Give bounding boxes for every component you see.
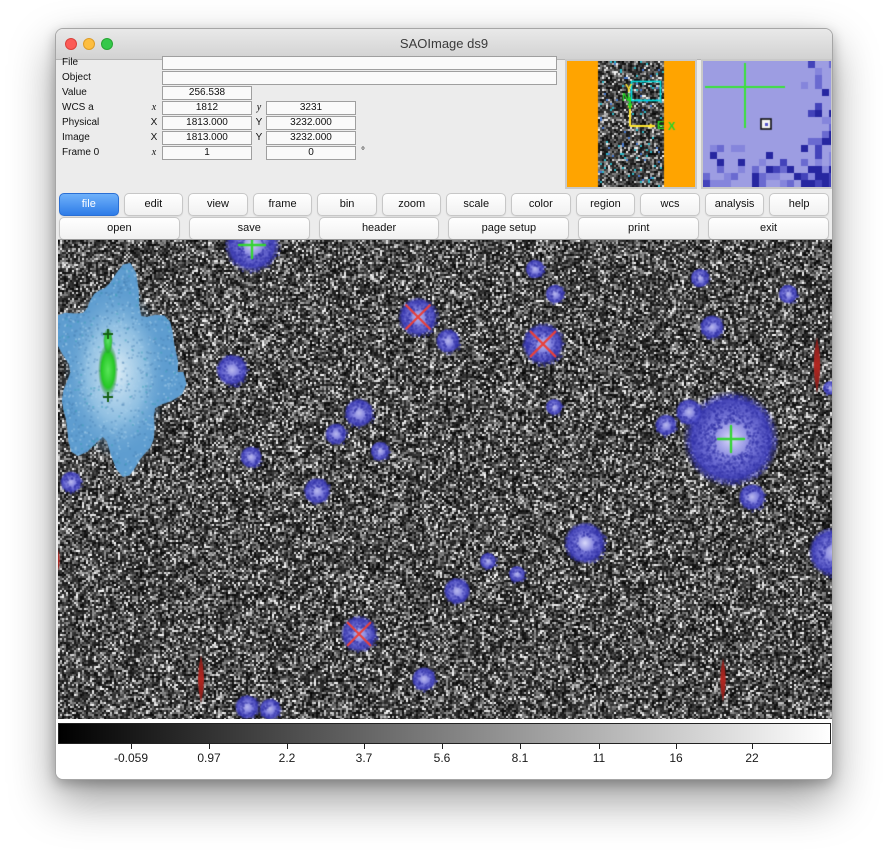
colorbar-gradient[interactable] [58, 723, 831, 744]
physical-x-field: 1813.000 [162, 116, 252, 130]
menu-color-button[interactable]: color [511, 193, 571, 216]
info-row-physical: Physical X1813.000Y3232.000 [58, 116, 563, 130]
menu-zoom-button[interactable]: zoom [382, 193, 442, 216]
colorbar-tick-label: 3.7 [334, 751, 394, 765]
physical-y-field: 3232.000 [266, 116, 356, 130]
info-row-file: File [58, 56, 563, 70]
desktop: SAOImage ds9 FileObjectValue256.538WCS a… [0, 0, 889, 862]
info-label-image: Image [62, 132, 90, 143]
image-y-label: Y [253, 132, 265, 143]
file-actions-bar: open save header page setup print exit [59, 217, 829, 240]
magnifier-canvas[interactable] [703, 61, 831, 187]
panner[interactable] [565, 59, 697, 189]
menu-help-button[interactable]: help [769, 193, 829, 216]
menu-frame-button[interactable]: frame [253, 193, 313, 216]
panner-canvas[interactable] [567, 61, 695, 187]
frame-x-label: x [148, 147, 160, 158]
save-button[interactable]: save [189, 217, 310, 240]
file-field [162, 56, 557, 70]
image-x-field: 1813.000 [162, 131, 252, 145]
info-row-frame: Frame 0 x10 ° [58, 146, 563, 160]
main-image-canvas[interactable] [58, 239, 833, 720]
menu-region-button[interactable]: region [576, 193, 636, 216]
colorbar-tick-label: 5.6 [412, 751, 472, 765]
page-setup-button[interactable]: page setup [448, 217, 569, 240]
colorbar-tick [442, 744, 443, 749]
image-x-label: X [148, 132, 160, 143]
image-y-field: 3232.000 [266, 131, 356, 145]
ds9-window: SAOImage ds9 FileObjectValue256.538WCS a… [55, 28, 833, 780]
colorbar-tick [599, 744, 600, 749]
frame-degree-symbol: ° [361, 146, 365, 157]
frame-y-field: 0 [266, 146, 356, 160]
colorbar-tick [131, 744, 132, 749]
info-label-object: Object [62, 72, 91, 83]
colorbar-tick-label: 0.97 [179, 751, 239, 765]
header-button[interactable]: header [319, 217, 440, 240]
wcs-y-field: 3231 [266, 101, 356, 115]
menu-file-button[interactable]: file [59, 193, 119, 216]
info-row-value: Value 256.538 [58, 86, 563, 100]
info-label-file: File [62, 57, 78, 68]
colorbar-tick-label: 8.1 [490, 751, 550, 765]
colorbar-tick [520, 744, 521, 749]
menu-edit-button[interactable]: edit [124, 193, 184, 216]
menu-bin-button[interactable]: bin [317, 193, 377, 216]
colorbar-tick-label: 2.2 [257, 751, 317, 765]
wcs-x-label: x [148, 102, 160, 113]
info-label-frame: Frame 0 [62, 147, 99, 158]
info-label-physical: Physical [62, 117, 99, 128]
colorbar-tick [364, 744, 365, 749]
colorbar-tick-label: 11 [569, 751, 629, 765]
info-label-wcs: WCS a [62, 102, 94, 113]
magnifier[interactable] [701, 59, 833, 189]
info-row-image: Image X1813.000Y3232.000 [58, 131, 563, 145]
physical-x-label: X [148, 117, 160, 128]
colorbar-tick-label: 16 [646, 751, 706, 765]
info-row-object: Object [58, 71, 563, 85]
info-label-value: Value [62, 87, 87, 98]
colorbar-tick-label: -0.059 [101, 751, 161, 765]
print-button[interactable]: print [578, 217, 699, 240]
colorbar-section: -0.059 0.97 2.2 3.7 5.6 8.1 11 16 22 [56, 719, 832, 780]
colorbar-tick [676, 744, 677, 749]
value-field: 256.538 [162, 86, 252, 100]
physical-y-label: Y [253, 117, 265, 128]
menu-view-button[interactable]: view [188, 193, 248, 216]
colorbar-tick [287, 744, 288, 749]
menu-wcs-button[interactable]: wcs [640, 193, 700, 216]
menu-analysis-button[interactable]: analysis [705, 193, 765, 216]
info-row-wcs: WCS a x1812y3231 [58, 101, 563, 115]
wcs-x-field: 1812 [162, 101, 252, 115]
menu-scale-button[interactable]: scale [446, 193, 506, 216]
window-title: SAOImage ds9 [56, 36, 832, 51]
object-field [162, 71, 557, 85]
colorbar-tick [209, 744, 210, 749]
colorbar-tick [752, 744, 753, 749]
open-button[interactable]: open [59, 217, 180, 240]
menu-bar: fileeditviewframebinzoomscalecolorregion… [59, 193, 829, 216]
wcs-y-label: y [253, 102, 265, 113]
exit-button[interactable]: exit [708, 217, 829, 240]
colorbar-tick-label: 22 [722, 751, 782, 765]
frame-x-field: 1 [162, 146, 252, 160]
